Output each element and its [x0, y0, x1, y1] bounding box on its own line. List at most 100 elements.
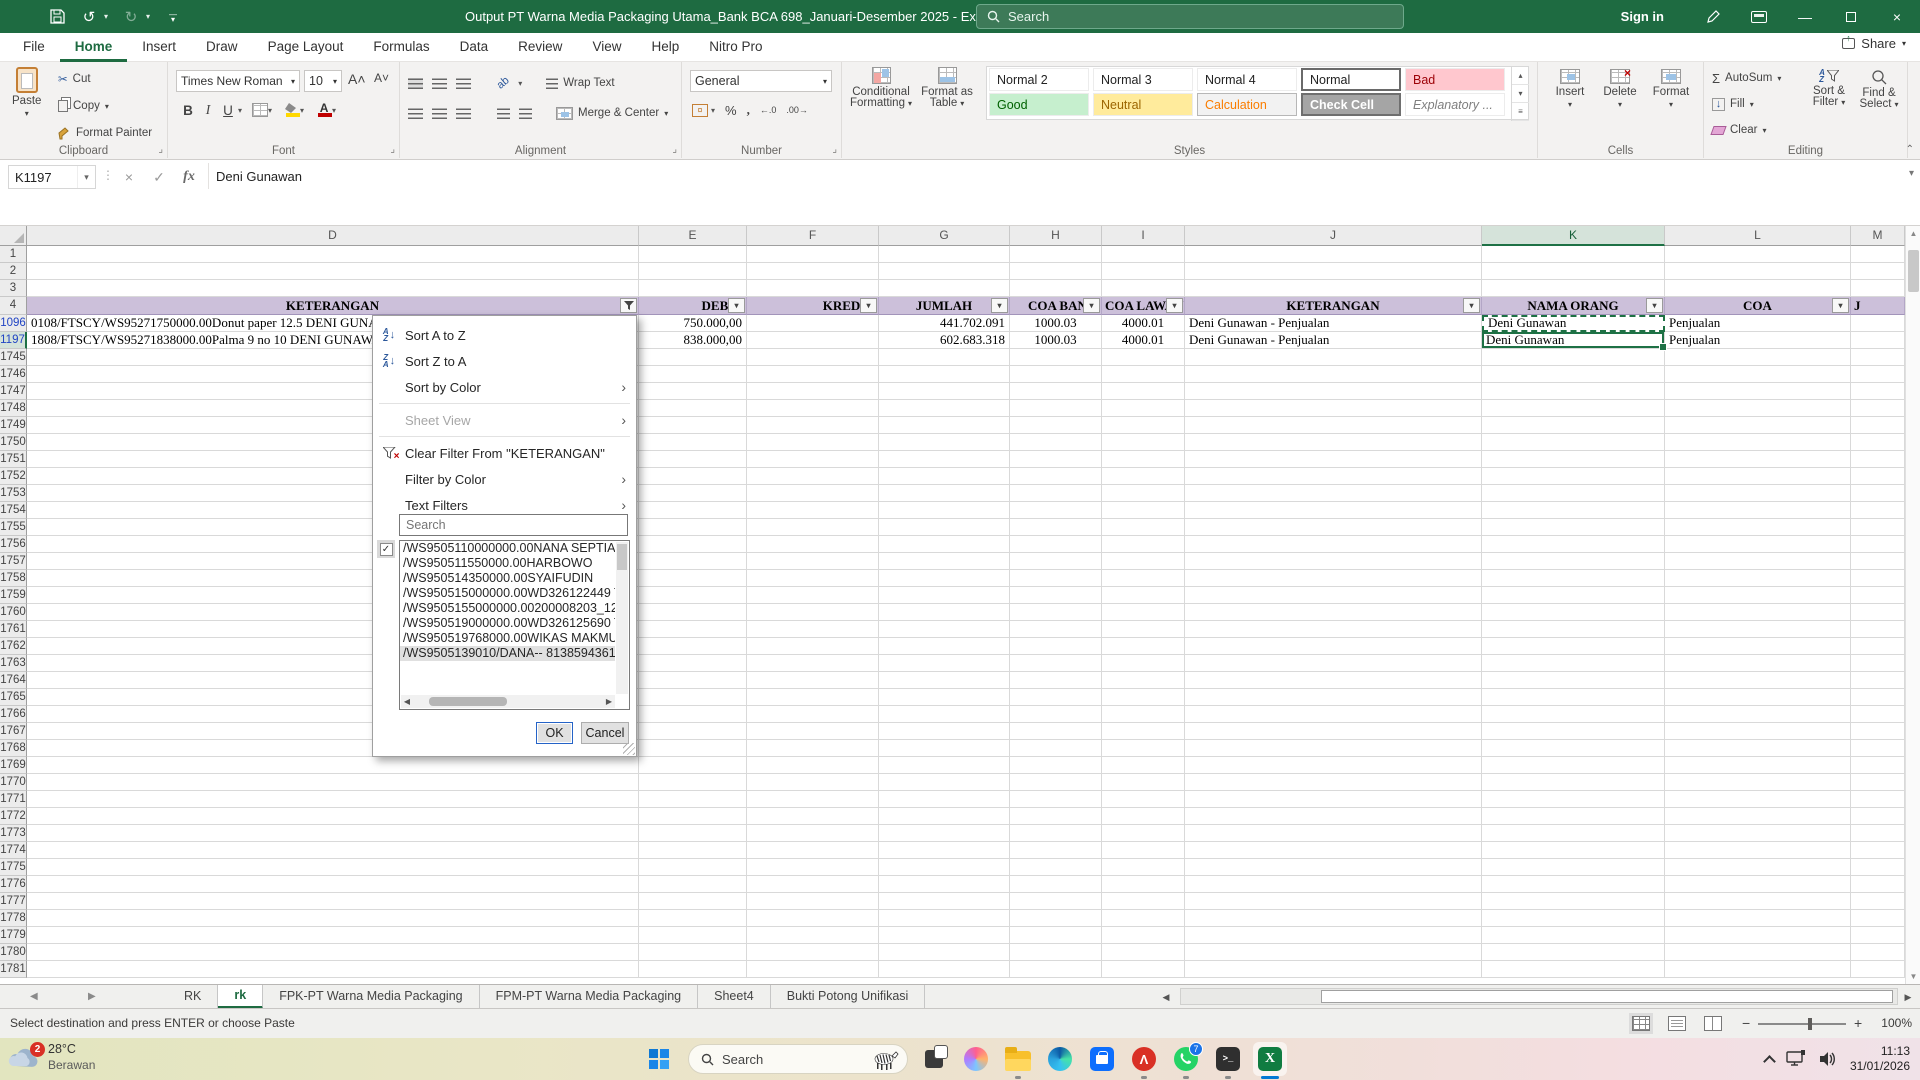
cell-L1777[interactable] [1665, 893, 1851, 910]
select-all-corner[interactable] [0, 226, 27, 246]
cell-G1748[interactable] [879, 400, 1010, 417]
sign-in-button[interactable]: Sign in [1621, 9, 1664, 24]
cell-K1770[interactable] [1482, 774, 1665, 791]
cancel-entry-icon[interactable]: × [116, 165, 142, 189]
cell-I1749[interactable] [1102, 417, 1185, 434]
cell-I1754[interactable] [1102, 502, 1185, 519]
cell-J3[interactable] [1185, 280, 1482, 297]
cell-K1768[interactable] [1482, 740, 1665, 757]
cell-I1757[interactable] [1102, 553, 1185, 570]
cell-I1750[interactable] [1102, 434, 1185, 451]
table-header-E[interactable]: DEBIT▾ [639, 297, 747, 315]
cell-I1197[interactable]: 4000.01 [1102, 332, 1185, 349]
cell-H1754[interactable] [1010, 502, 1102, 519]
sheet-tab-rk[interactable]: RK [168, 985, 218, 1009]
cell-D1769[interactable] [27, 757, 639, 774]
cell-L1776[interactable] [1665, 876, 1851, 893]
cell-K1096[interactable]: Deni Gunawan [1482, 315, 1665, 332]
cell-I1773[interactable] [1102, 825, 1185, 842]
cell-J1756[interactable] [1185, 536, 1482, 553]
cell-G1756[interactable] [879, 536, 1010, 553]
cell-J1778[interactable] [1185, 910, 1482, 927]
cell-E1778[interactable] [639, 910, 747, 927]
cell-H1760[interactable] [1010, 604, 1102, 621]
cell-F1752[interactable] [747, 468, 879, 485]
cell-F1096[interactable] [747, 315, 879, 332]
style-explanatory-[interactable]: Explanatory ... [1405, 93, 1505, 116]
sheet-tab-fpk-pt-warna-media-packaging[interactable]: FPK-PT Warna Media Packaging [263, 985, 479, 1009]
cell-L1765[interactable] [1665, 689, 1851, 706]
cell-D1773[interactable] [27, 825, 639, 842]
cell-L1757[interactable] [1665, 553, 1851, 570]
filter-menu-item-sort-by-color[interactable]: Sort by Color› [373, 374, 636, 400]
cell-E1775[interactable] [639, 859, 747, 876]
pen-icon[interactable] [1690, 0, 1736, 33]
cell-L1[interactable] [1665, 246, 1851, 263]
menu-tab-page-layout[interactable]: Page Layout [253, 33, 359, 62]
cell-M1096[interactable] [1851, 315, 1905, 332]
cell-G1779[interactable] [879, 927, 1010, 944]
cell-K1197[interactable]: Deni Gunawan [1482, 332, 1665, 349]
cell-E1096[interactable]: 750.000,00 [639, 315, 747, 332]
row-header-1753[interactable]: 1753 [0, 485, 27, 502]
cancel-button[interactable]: Cancel [581, 722, 629, 744]
normal-view-icon[interactable] [1632, 1016, 1650, 1031]
cell-K1774[interactable] [1482, 842, 1665, 859]
cell-K1767[interactable] [1482, 723, 1665, 740]
cell-I1748[interactable] [1102, 400, 1185, 417]
cell-L1749[interactable] [1665, 417, 1851, 434]
cell-M1779[interactable] [1851, 927, 1905, 944]
menu-tab-help[interactable]: Help [636, 33, 694, 62]
row-header-1765[interactable]: 1765 [0, 689, 27, 706]
cell-I1760[interactable] [1102, 604, 1185, 621]
cell-F1747[interactable] [747, 383, 879, 400]
cell-G1774[interactable] [879, 842, 1010, 859]
cell-F1763[interactable] [747, 655, 879, 672]
cell-E1766[interactable] [639, 706, 747, 723]
cell-F1745[interactable] [747, 349, 879, 366]
cell-F1775[interactable] [747, 859, 879, 876]
cell-F1766[interactable] [747, 706, 879, 723]
cell-I1776[interactable] [1102, 876, 1185, 893]
wrap-text-button[interactable]: Wrap Text [546, 72, 614, 94]
cell-D1781[interactable] [27, 961, 639, 978]
row-header-1772[interactable]: 1772 [0, 808, 27, 825]
cell-J1753[interactable] [1185, 485, 1482, 502]
cell-F1[interactable] [747, 246, 879, 263]
row-header-1752[interactable]: 1752 [0, 468, 27, 485]
cell-M1763[interactable] [1851, 655, 1905, 672]
accounting-format-icon[interactable]: ¤ [692, 104, 708, 117]
cell-F1781[interactable] [747, 961, 879, 978]
row-header-1769[interactable]: 1769 [0, 757, 27, 774]
cell-I1765[interactable] [1102, 689, 1185, 706]
cell-E1197[interactable]: 838.000,00 [639, 332, 747, 349]
cell-G1762[interactable] [879, 638, 1010, 655]
cell-L1781[interactable] [1665, 961, 1851, 978]
cell-J1768[interactable] [1185, 740, 1482, 757]
cell-F1778[interactable] [747, 910, 879, 927]
filter-menu-item-sort-a-to-z[interactable]: AZ↓Sort A to Z [373, 322, 636, 348]
cell-E1754[interactable] [639, 502, 747, 519]
cell-L1748[interactable] [1665, 400, 1851, 417]
cell-J1749[interactable] [1185, 417, 1482, 434]
row-header-3[interactable]: 3 [0, 280, 27, 297]
filter-dropdown-button[interactable]: ▾ [1463, 298, 1480, 313]
zoom-out-icon[interactable]: − [1742, 1009, 1750, 1038]
cell-M1781[interactable] [1851, 961, 1905, 978]
excel-taskbar-icon[interactable]: X [1253, 1042, 1287, 1076]
cell-J1757[interactable] [1185, 553, 1482, 570]
cell-K1780[interactable] [1482, 944, 1665, 961]
cell-L2[interactable] [1665, 263, 1851, 280]
cell-G1096[interactable]: 441.702.091 [879, 315, 1010, 332]
cell-L1775[interactable] [1665, 859, 1851, 876]
cell-L1772[interactable] [1665, 808, 1851, 825]
cell-G1760[interactable] [879, 604, 1010, 621]
cell-M1778[interactable] [1851, 910, 1905, 927]
cell-K1747[interactable] [1482, 383, 1665, 400]
cell-K1756[interactable] [1482, 536, 1665, 553]
table-header-H[interactable]: COA BANK▾ [1010, 297, 1102, 315]
row-header-1781[interactable]: 1781 [0, 961, 27, 978]
row-header-1774[interactable]: 1774 [0, 842, 27, 859]
titlebar-search[interactable]: Search [976, 4, 1404, 29]
vertical-scrollbar[interactable]: ▲ ▼ [1905, 226, 1920, 984]
